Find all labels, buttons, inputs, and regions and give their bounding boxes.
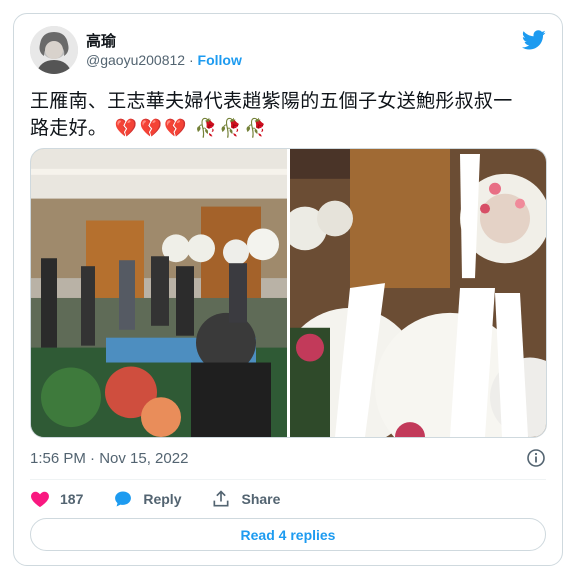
reply-label: Reply — [143, 491, 182, 507]
tweet-text: 王雁南、王志華夫婦代表趙紫陽的五個子女送鮑彤叔叔一 路走好。 💔 💔 💔 🥀 🥀 🥀 — [30, 88, 550, 142]
follow-button[interactable]: Follow — [198, 52, 242, 68]
wilted-flower-icon: 🥀 — [194, 118, 218, 139]
twitter-bird-icon[interactable] — [522, 28, 546, 52]
handle-row: @gaoyu200812 · Follow — [86, 52, 242, 68]
tweet-card: 高瑜 @gaoyu200812 · Follow 王雁南、王志華夫婦代表趙紫陽的… — [13, 13, 563, 566]
reply-bubble-icon — [115, 491, 132, 507]
tweet-timestamp[interactable]: 1:56 PM · Nov 15, 2022 — [30, 450, 188, 467]
broken-heart-icon: 💔 — [114, 118, 138, 139]
tweet-text-line1: 王雁南、王志華夫婦代表趙紫陽的五個子女送鮑彤叔叔一 — [30, 91, 513, 112]
reply-button[interactable]: Reply — [113, 489, 181, 509]
avatar[interactable] — [30, 26, 78, 74]
user-handle[interactable]: @gaoyu200812 — [86, 52, 185, 68]
divider — [30, 479, 546, 480]
like-button[interactable]: 187 — [30, 489, 83, 509]
tweet-text-line2: 路走好。 — [30, 118, 108, 139]
separator: · — [188, 52, 194, 68]
share-icon — [213, 490, 229, 507]
photo-wreaths[interactable] — [290, 149, 546, 437]
heart-icon — [31, 491, 49, 507]
share-label: Share — [241, 491, 281, 507]
wilted-flower-icon: 🥀 — [243, 118, 267, 139]
action-bar: 187 Reply Share — [30, 488, 310, 510]
broken-heart-icon: 💔 — [164, 118, 187, 139]
broken-heart-icon: 💔 — [139, 118, 163, 139]
photo-memorial-hall[interactable] — [31, 149, 287, 437]
like-count: 187 — [60, 491, 84, 507]
user-name[interactable]: 高瑜 — [86, 30, 116, 51]
share-button[interactable]: Share — [211, 489, 280, 509]
info-icon[interactable] — [526, 448, 546, 468]
media-grid — [30, 148, 547, 438]
read-replies-button[interactable]: Read 4 replies — [30, 518, 546, 551]
wilted-flower-icon: 🥀 — [219, 118, 242, 139]
